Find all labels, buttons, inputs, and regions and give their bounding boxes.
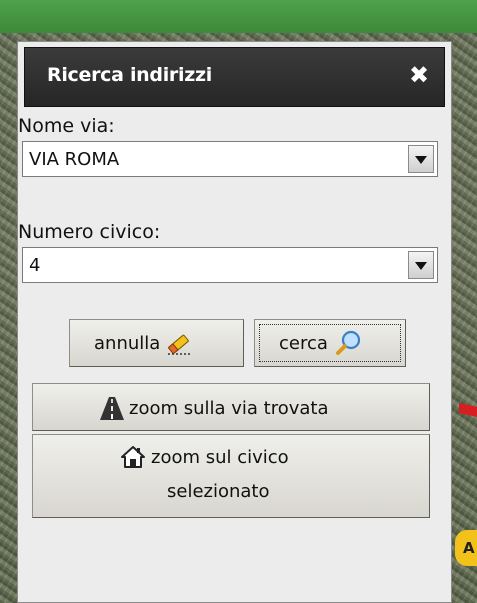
civic-number-select[interactable]: 4	[22, 247, 438, 283]
close-icon[interactable]: ✖	[406, 62, 432, 88]
map-road-label: A	[455, 530, 477, 566]
search-button-label: cerca	[279, 332, 328, 354]
magnifier-icon	[334, 330, 362, 356]
zoom-civic-button[interactable]: zoom sul civico selezionato	[32, 434, 430, 518]
panel-title: Ricerca indirizzi	[47, 64, 212, 86]
civic-number-label: Numero civico:	[18, 221, 161, 243]
address-search-panel: Ricerca indirizzi ✖ Nome via: VIA ROMA N…	[17, 41, 452, 603]
street-name-select[interactable]: VIA ROMA	[22, 141, 438, 177]
house-icon	[121, 445, 145, 469]
cancel-button[interactable]: annulla	[69, 319, 244, 367]
map-label-text: A	[463, 539, 475, 557]
civic-number-value: 4	[29, 255, 41, 276]
street-name-value: VIA ROMA	[29, 149, 120, 170]
chevron-down-icon[interactable]	[408, 145, 434, 173]
panel-header: Ricerca indirizzi ✖	[24, 47, 445, 107]
zoom-civic-label-line1: zoom sul civico	[151, 446, 289, 468]
road-icon	[99, 395, 125, 421]
zoom-street-button[interactable]: zoom sulla via trovata	[32, 383, 430, 431]
chevron-down-icon[interactable]	[408, 251, 434, 279]
search-button[interactable]: cerca	[254, 319, 406, 367]
cancel-button-label: annulla	[94, 332, 161, 354]
zoom-civic-label-line2: selezionato	[167, 481, 270, 502]
street-name-label: Nome via:	[18, 115, 115, 137]
eraser-icon	[166, 330, 194, 356]
zoom-street-label: zoom sulla via trovata	[129, 397, 329, 419]
app-top-bar	[0, 0, 477, 33]
